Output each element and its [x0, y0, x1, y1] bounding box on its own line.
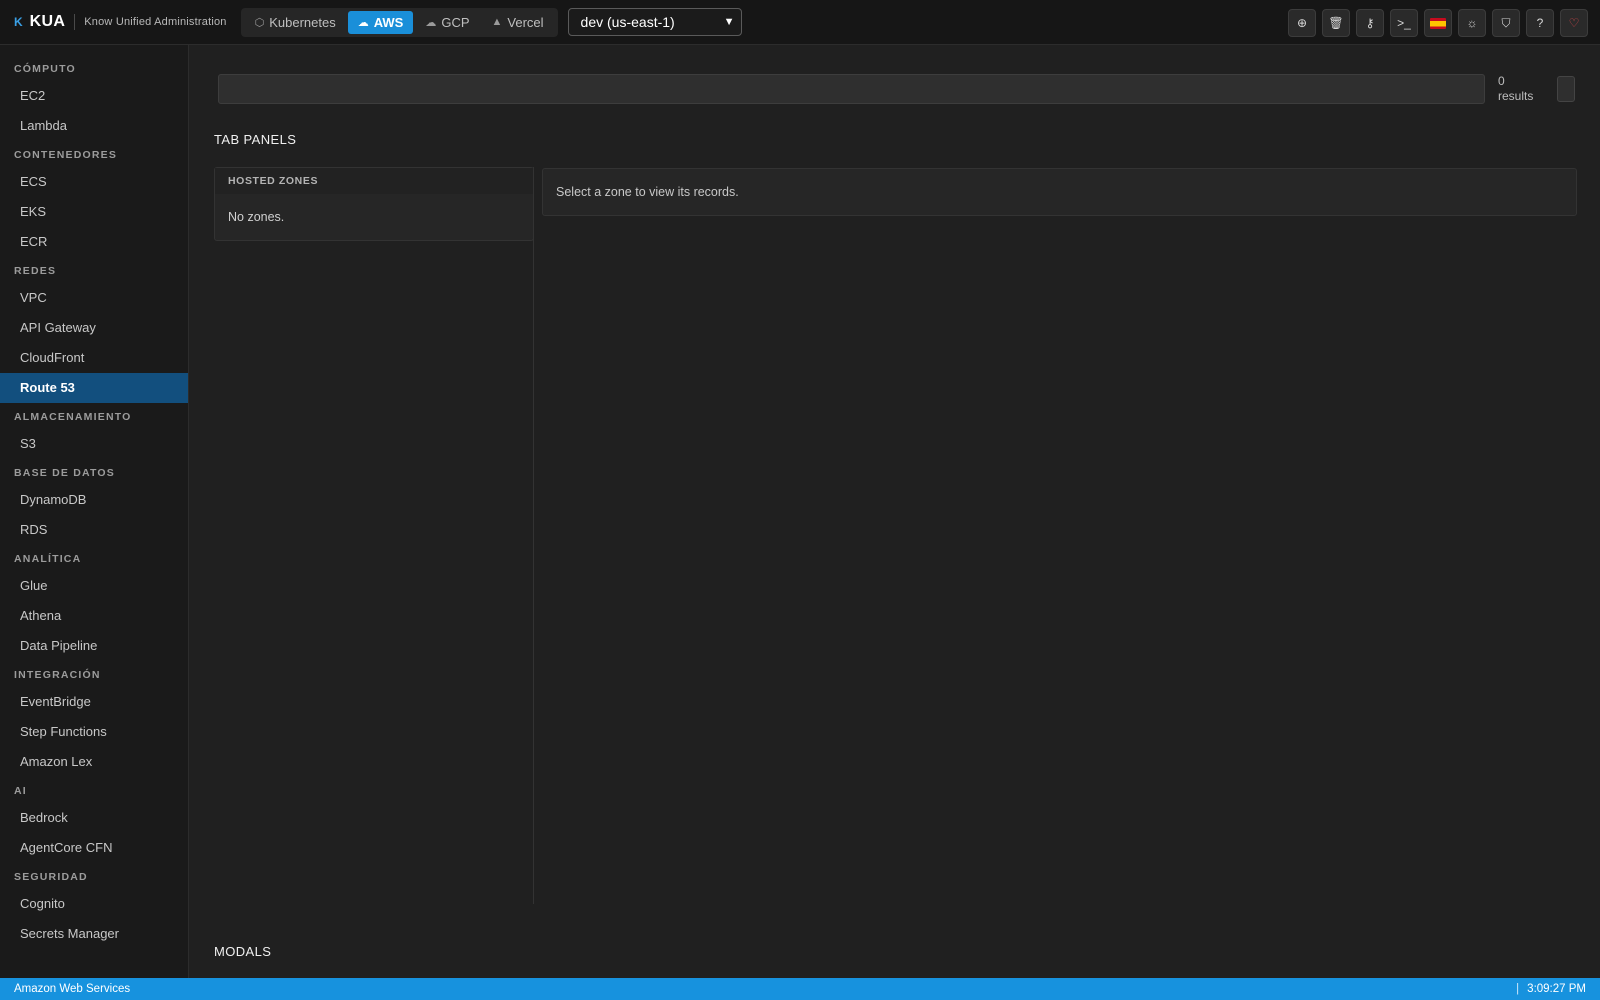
hosted-zones-card: HOSTED ZONES No zones.: [214, 167, 534, 241]
sidebar-item-bedrock[interactable]: Bedrock: [0, 803, 188, 833]
help-button[interactable]: ?: [1526, 9, 1554, 37]
sidebar-item-route-53[interactable]: Route 53: [0, 373, 188, 403]
language-button[interactable]: [1424, 9, 1452, 37]
cube-icon: ⬡: [254, 16, 265, 29]
top-bar: K KUA Know Unified Administration ⬡ Kube…: [0, 0, 1600, 45]
cloud-outline-icon: ☁: [425, 16, 437, 29]
sidebar-item-vpc[interactable]: VPC: [0, 283, 188, 313]
sidebar-section-title: CÓMPUTO: [14, 63, 76, 75]
sidebar-item-athena[interactable]: Athena: [0, 601, 188, 631]
app-subtitle: Know Unified Administration: [84, 16, 227, 28]
sidebar-item-s3[interactable]: S3: [0, 429, 188, 459]
status-service: Amazon Web Services: [14, 983, 131, 995]
sidebar-item-ecs[interactable]: ECS: [0, 167, 188, 197]
toolbar: ⊕ 🗑 ⚷ >_ ☼ ⛉ ? ♡: [1288, 9, 1588, 37]
sidebar-section-title: INTEGRACIÓN: [14, 669, 101, 681]
sidebar-section-title: SEGURIDAD: [14, 871, 88, 883]
provider-label: GCP: [441, 14, 470, 30]
sidebar-section-title: ALMACENAMIENTO: [14, 411, 132, 423]
results-number: 0: [1498, 74, 1505, 88]
sidebar-item-ec2[interactable]: EC2: [0, 81, 188, 111]
sidebar-item-cognito[interactable]: Cognito: [0, 889, 188, 919]
sidebar-section-title: ANALÍTICA: [14, 553, 82, 565]
main-content: 0 results TAB PANELS HOSTED ZONES No zon…: [189, 45, 1600, 978]
sidebar-section-title: REDES: [14, 265, 57, 277]
hosted-zones-header: HOSTED ZONES: [215, 168, 533, 194]
provider-label: Vercel: [507, 14, 544, 30]
sidebar-item-eventbridge[interactable]: EventBridge: [0, 687, 188, 717]
search-row: 0 results: [218, 74, 1578, 104]
status-time: 3:09:27 PM: [1527, 983, 1586, 995]
favorite-button[interactable]: ♡: [1560, 9, 1588, 37]
terminal-button[interactable]: >_: [1390, 9, 1418, 37]
search-input[interactable]: [218, 74, 1485, 104]
theme-button[interactable]: ☼: [1458, 9, 1486, 37]
status-bar: Amazon Web Services | 3:09:27 PM: [0, 978, 1600, 1000]
sidebar-section-title: AI: [14, 785, 27, 797]
provider-tab-kubernetes[interactable]: ⬡ Kubernetes: [245, 11, 346, 34]
provider-tab-aws[interactable]: ☁ AWS: [347, 10, 414, 34]
add-button[interactable]: ⊕: [1288, 9, 1316, 37]
add-icon: ⊕: [1296, 16, 1308, 30]
sidebar-item-cloudfront[interactable]: CloudFront: [0, 343, 188, 373]
sidebar-item-glue[interactable]: Glue: [0, 571, 188, 601]
modals-heading: MODALS: [214, 944, 272, 959]
key-icon: ⚷: [1365, 16, 1375, 30]
provider-tab-vercel[interactable]: ▲ Vercel: [482, 11, 554, 34]
sidebar-item-secrets-manager[interactable]: Secrets Manager: [0, 919, 188, 949]
tab-panels-heading: TAB PANELS: [214, 132, 297, 147]
spain-flag-icon: [1430, 17, 1446, 29]
sun-icon: ☼: [1466, 16, 1478, 30]
hosted-zones-panel: HOSTED ZONES No zones.: [214, 167, 534, 904]
records-panel: Select a zone to view its records.: [542, 168, 1577, 216]
provider-label: Kubernetes: [269, 14, 336, 30]
results-count: 0 results: [1498, 74, 1548, 104]
hosted-zones-empty: No zones.: [228, 210, 285, 224]
provider-switcher: ⬡ Kubernetes ☁ AWS ☁ GCP ▲ Vercel: [240, 7, 558, 37]
triangle-icon: ▲: [491, 16, 503, 28]
trash-icon: 🗑: [1328, 16, 1344, 30]
sidebar-item-lambda[interactable]: Lambda: [0, 111, 188, 141]
environment-value: dev (us-east-1): [580, 14, 675, 30]
environment-select[interactable]: dev (us-east-1) ▼: [567, 8, 742, 36]
sidebar: CÓMPUTO EC2 Lambda CONTENEDORES ECS EKS ECR RED…: [0, 45, 189, 978]
credentials-button[interactable]: ⚷: [1356, 9, 1384, 37]
sidebar-item-data-pipeline[interactable]: Data Pipeline: [0, 631, 188, 661]
sidebar-item-step-functions[interactable]: Step Functions: [0, 717, 188, 747]
cloud-icon: ☁: [357, 16, 369, 29]
brand-divider: [74, 14, 76, 30]
brand[interactable]: K KUA Know Unified Administration: [0, 13, 227, 31]
sidebar-item-api-gateway[interactable]: API Gateway: [0, 313, 188, 343]
results-label: results: [1498, 89, 1534, 103]
app-name: KUA: [29, 13, 66, 30]
help-icon: ?: [1536, 16, 1544, 30]
sidebar-item-ecr[interactable]: ECR: [0, 227, 188, 257]
terminal-icon: >_: [1397, 16, 1411, 30]
heart-icon: ♡: [1568, 16, 1580, 30]
kua-logo-icon: K: [14, 15, 23, 29]
status-divider: |: [1516, 983, 1520, 995]
shield-icon: ⛉: [1501, 15, 1511, 30]
sidebar-item-eks[interactable]: EKS: [0, 197, 188, 227]
sidebar-section-title: CONTENEDORES: [14, 149, 118, 161]
chevron-down-icon: ▼: [723, 16, 735, 28]
delete-button[interactable]: 🗑: [1322, 9, 1350, 37]
sidebar-item-dynamodb[interactable]: DynamoDB: [0, 485, 188, 515]
provider-label: AWS: [373, 14, 404, 30]
results-toggle-button[interactable]: [1557, 76, 1575, 102]
provider-tab-gcp[interactable]: ☁ GCP: [415, 11, 479, 34]
sidebar-section-title: BASE DE DATOS: [14, 467, 115, 479]
sidebar-item-agentcore-cfn[interactable]: AgentCore CFN: [0, 833, 188, 863]
security-button[interactable]: ⛉: [1492, 9, 1520, 37]
sidebar-item-amazon-lex[interactable]: Amazon Lex: [0, 747, 188, 777]
sidebar-item-rds[interactable]: RDS: [0, 515, 188, 545]
records-empty-message: Select a zone to view its records.: [556, 185, 739, 199]
